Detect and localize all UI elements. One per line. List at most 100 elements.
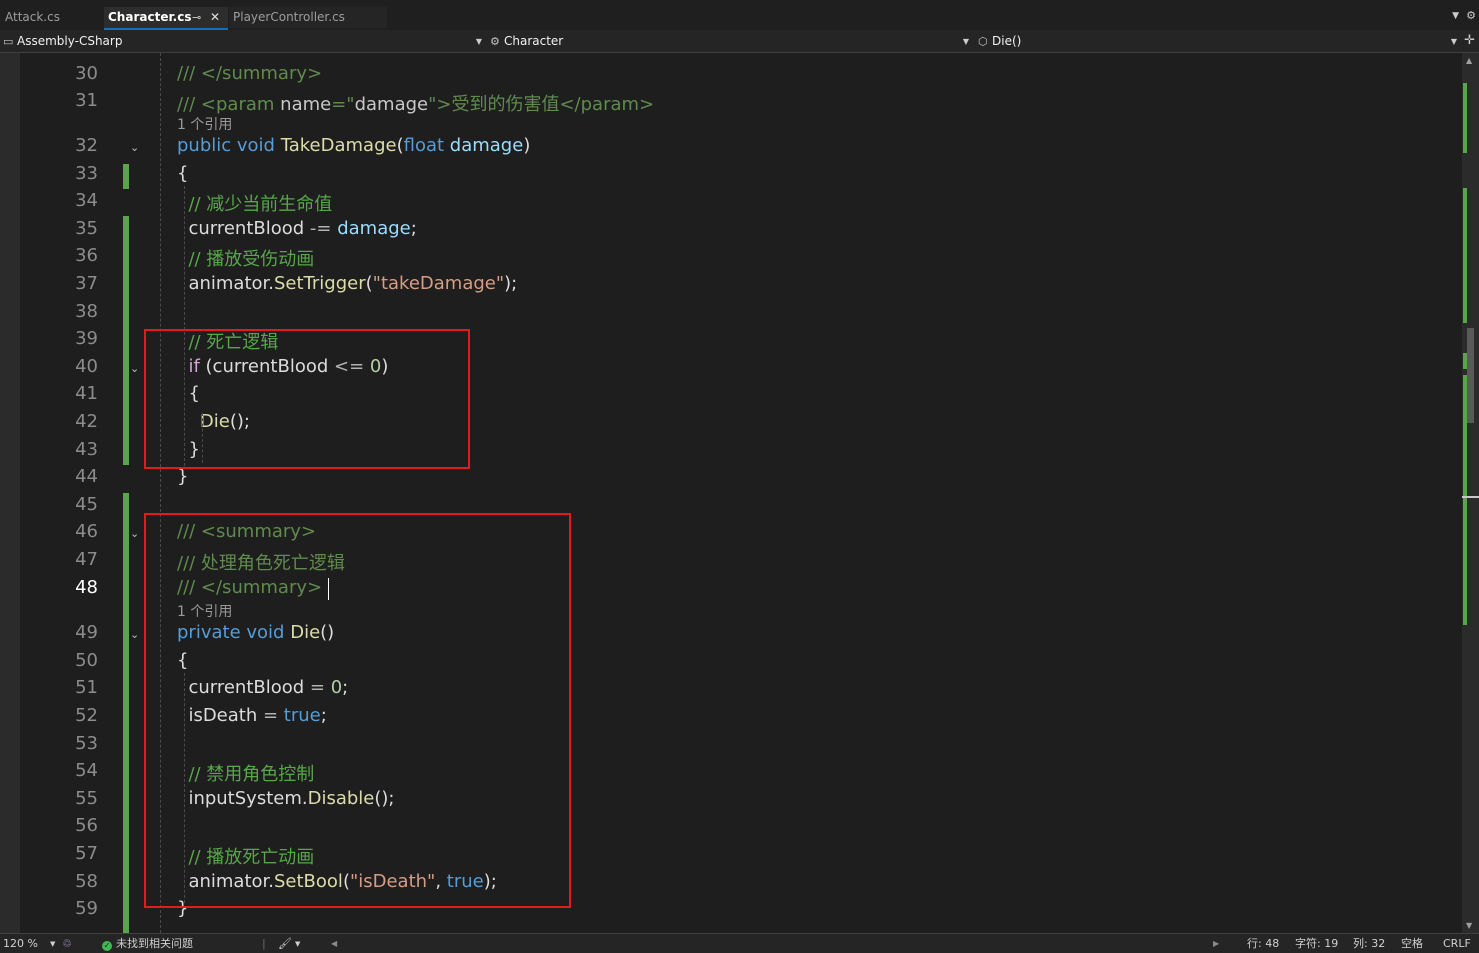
code-token: damage [337, 218, 411, 239]
line-number[interactable]: 52 [38, 705, 98, 726]
line-number[interactable]: 51 [38, 677, 98, 698]
divider: | [262, 937, 266, 950]
column-indicator[interactable]: 列: 32 [1353, 936, 1385, 952]
class-icon: ⚙ [490, 35, 500, 48]
tab-playercontroller-cs[interactable]: PlayerController.cs [229, 7, 387, 28]
code-line[interactable]: /// </summary> [177, 63, 322, 84]
code-line[interactable]: public void TakeDamage(float damage) [177, 135, 530, 156]
code-token: currentBlood [177, 218, 310, 239]
line-number[interactable]: 32 [38, 135, 98, 156]
fold-toggle-icon[interactable]: ⌄ [130, 628, 139, 641]
code-token: void [236, 135, 281, 156]
code-line[interactable]: { [177, 163, 188, 184]
line-number[interactable]: 40 [38, 356, 98, 377]
code-token: TakeDamage [280, 135, 397, 156]
check-circle-icon: ✓ [102, 941, 112, 951]
line-number[interactable]: 36 [38, 245, 98, 266]
line-number-indicator[interactable]: 行: 48 [1247, 936, 1279, 952]
document-tab-strip: Attack.cs Character.cs ⊸ ✕ PlayerControl… [0, 0, 1479, 30]
private-method-icon: ⬡ [978, 35, 988, 48]
zoom-level[interactable]: 120 % [3, 936, 38, 952]
line-number[interactable]: 54 [38, 760, 98, 781]
line-number[interactable]: 47 [38, 549, 98, 570]
fold-toggle-icon[interactable]: ⌄ [130, 527, 139, 540]
chevron-down-icon[interactable]: ▼ [295, 936, 300, 952]
chevron-down-icon[interactable]: ▼ [50, 936, 55, 952]
tab-list-dropdown-icon[interactable]: ▼ [1452, 11, 1459, 21]
navigation-bar: ▭ Assembly-CSharp ▼ ⚙ Character ▼ ⬡ Die() ▼… [0, 30, 1479, 53]
code-token: public [177, 135, 237, 156]
code-line[interactable]: // 播放受伤动画 [177, 245, 314, 271]
line-number[interactable]: 48 [38, 577, 98, 598]
scroll-left-arrow-icon[interactable]: ◀ [331, 936, 337, 952]
character-indicator[interactable]: 字符: 19 [1295, 936, 1338, 952]
line-number[interactable]: 41 [38, 383, 98, 404]
code-token: <param [200, 94, 281, 115]
close-icon[interactable]: ✕ [210, 7, 220, 28]
line-number[interactable]: 50 [38, 650, 98, 671]
split-window-icon[interactable]: ✛ [1464, 33, 1475, 48]
highlight-box-die-method [144, 513, 571, 908]
line-number[interactable]: 59 [38, 898, 98, 919]
scrollbar-thumb[interactable] [1467, 328, 1474, 423]
chevron-down-icon: ▼ [962, 37, 969, 46]
line-number[interactable]: 30 [38, 63, 98, 84]
line-number[interactable]: 44 [38, 466, 98, 487]
fold-toggle-icon[interactable]: ⌄ [130, 362, 139, 375]
vertical-scrollbar[interactable]: ▲ ▼ [1462, 53, 1479, 933]
code-cleanup-icon[interactable]: 🖌 [278, 936, 292, 952]
type-dropdown[interactable]: ⚙ Character ▼ [490, 32, 972, 51]
line-number[interactable]: 38 [38, 301, 98, 322]
line-number[interactable]: 58 [38, 871, 98, 892]
codelens-references[interactable]: 1 个引用 [177, 114, 232, 134]
line-number[interactable]: 33 [38, 163, 98, 184]
line-number[interactable]: 45 [38, 494, 98, 515]
code-line[interactable]: animator.SetTrigger("takeDamage"); [177, 273, 517, 294]
code-token: =" [331, 94, 355, 115]
code-editor[interactable]: 30 /// </summary> 31 /// <param name="damag… [0, 53, 1462, 933]
line-number[interactable]: 35 [38, 218, 98, 239]
code-token: name [280, 94, 332, 115]
indicator-margin [0, 53, 20, 933]
project-dropdown[interactable]: ▭ Assembly-CSharp ▼ [3, 32, 485, 51]
scroll-right-arrow-icon[interactable]: ▶ [1213, 936, 1219, 952]
issues-indicator[interactable]: ✓ 未找到相关问题 [102, 936, 193, 952]
line-number[interactable]: 57 [38, 843, 98, 864]
line-number[interactable]: 34 [38, 190, 98, 211]
code-line[interactable]: } [177, 466, 188, 487]
tab-label: Character.cs [108, 10, 192, 24]
code-token: ); [504, 273, 518, 294]
code-line[interactable]: // 减少当前生命值 [177, 190, 332, 216]
whitespace-indicator[interactable]: 空格 [1401, 936, 1423, 952]
code-token: ( [365, 273, 373, 294]
fold-toggle-icon[interactable]: ⌄ [130, 141, 139, 154]
line-number[interactable]: 55 [38, 788, 98, 809]
scroll-up-arrow-icon[interactable]: ▲ [1466, 56, 1472, 65]
code-token: ) [523, 135, 531, 156]
line-number[interactable]: 37 [38, 273, 98, 294]
code-line[interactable]: currentBlood -= damage; [177, 218, 416, 239]
tab-character-cs[interactable]: Character.cs ⊸ ✕ [104, 7, 228, 28]
line-number[interactable]: 53 [38, 733, 98, 754]
line-number[interactable]: 43 [38, 439, 98, 460]
line-number[interactable]: 56 [38, 815, 98, 836]
code-line[interactable]: /// <param name="damage">受到的伤害值</param> [177, 90, 654, 116]
line-number[interactable]: 39 [38, 328, 98, 349]
scroll-down-arrow-icon[interactable]: ▼ [1466, 921, 1472, 930]
code-token: damage [354, 94, 429, 115]
code-token: /// </summary> [177, 63, 323, 84]
line-number[interactable]: 42 [38, 411, 98, 432]
chevron-down-icon: ▼ [1450, 37, 1457, 46]
line-number[interactable]: 49 [38, 622, 98, 643]
line-ending-indicator[interactable]: CRLF [1443, 936, 1471, 952]
code-token: animator. [177, 273, 274, 294]
tab-attack-cs[interactable]: Attack.cs [0, 7, 100, 28]
line-number[interactable]: 31 [38, 90, 98, 111]
change-indicator [123, 493, 129, 933]
pin-icon[interactable]: ⊸ [192, 7, 201, 28]
health-icon[interactable]: ♲ [62, 936, 72, 952]
member-dropdown[interactable]: ⬡ Die() ▼ [978, 32, 1460, 51]
line-number[interactable]: 46 [38, 521, 98, 542]
code-token: float [403, 135, 450, 156]
gear-icon[interactable]: ⚙ [1466, 9, 1476, 22]
